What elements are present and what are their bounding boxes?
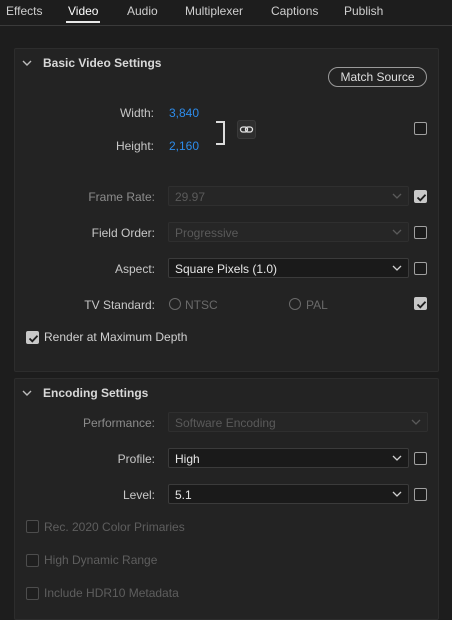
level-checkbox[interactable]	[414, 488, 427, 501]
match-source-button[interactable]: Match Source	[328, 67, 427, 87]
height-value[interactable]: 2,160	[169, 139, 199, 153]
section-title: Encoding Settings	[43, 386, 149, 400]
ntsc-label: NTSC	[185, 298, 218, 312]
performance-select[interactable]: Software Encoding	[168, 412, 428, 432]
hdr10-label[interactable]: Include HDR10 Metadata	[44, 586, 179, 600]
width-label: Width:	[119, 106, 154, 120]
level-value: 5.1	[175, 488, 192, 502]
tab-audio[interactable]: Audio	[127, 4, 158, 18]
check-icon	[28, 335, 39, 343]
dimension-link-bracket	[216, 121, 225, 145]
chevron-down-icon[interactable]	[21, 57, 33, 69]
frame-rate-checkbox[interactable]	[414, 190, 427, 203]
hdr10-checkbox[interactable]	[26, 587, 39, 600]
level-label: Level:	[122, 488, 155, 502]
chevron-down-icon[interactable]	[21, 387, 33, 399]
frame-rate-label: Frame Rate:	[88, 190, 155, 204]
link-icon	[239, 126, 254, 133]
profile-value: High	[175, 452, 200, 466]
profile-label: Profile:	[117, 452, 155, 466]
aspect-select[interactable]: Square Pixels (1.0)	[168, 258, 409, 278]
width-value[interactable]: 3,840	[169, 106, 199, 120]
frame-rate-select[interactable]: 29.97	[168, 186, 409, 206]
height-label: Height:	[115, 139, 154, 153]
active-tab-indicator	[66, 21, 100, 23]
hdr-label[interactable]: High Dynamic Range	[44, 553, 157, 567]
check-icon	[416, 301, 427, 309]
performance-label: Performance:	[82, 416, 155, 430]
tab-publish[interactable]: Publish	[344, 4, 383, 18]
render-max-depth-checkbox[interactable]	[26, 331, 39, 344]
aspect-checkbox[interactable]	[414, 262, 427, 275]
tab-captions[interactable]: Captions	[271, 4, 318, 18]
chevron-down-icon	[392, 229, 402, 235]
tab-bar: Effects Video Audio Multiplexer Captions…	[0, 0, 452, 26]
level-select[interactable]: 5.1	[168, 484, 409, 504]
constrain-proportions-button[interactable]	[237, 120, 256, 139]
tab-effects[interactable]: Effects	[6, 4, 42, 18]
tv-standard-label: TV Standard:	[84, 298, 155, 312]
aspect-value: Square Pixels (1.0)	[175, 262, 278, 276]
performance-value: Software Encoding	[175, 416, 276, 430]
ntsc-radio[interactable]	[169, 298, 181, 310]
field-order-select[interactable]: Progressive	[168, 222, 409, 242]
field-order-value: Progressive	[175, 226, 239, 240]
pal-label: PAL	[306, 298, 328, 312]
render-max-depth-label[interactable]: Render at Maximum Depth	[44, 330, 187, 344]
check-icon	[416, 194, 427, 202]
tv-standard-checkbox[interactable]	[414, 297, 427, 310]
hdr-checkbox[interactable]	[26, 554, 39, 567]
rec2020-label[interactable]: Rec. 2020 Color Primaries	[44, 520, 185, 534]
section-title: Basic Video Settings	[43, 56, 162, 70]
field-order-label: Field Order:	[91, 226, 155, 240]
basic-video-settings-header[interactable]: Basic Video Settings	[21, 55, 161, 71]
profile-select[interactable]: High	[168, 448, 409, 468]
chevron-down-icon	[392, 455, 402, 461]
encoding-settings-header[interactable]: Encoding Settings	[21, 385, 148, 401]
tab-multiplexer[interactable]: Multiplexer	[185, 4, 243, 18]
aspect-label: Aspect:	[114, 262, 155, 276]
tab-video[interactable]: Video	[68, 4, 98, 18]
profile-checkbox[interactable]	[414, 452, 427, 465]
chevron-down-icon	[392, 491, 402, 497]
chevron-down-icon	[392, 265, 402, 271]
pal-radio[interactable]	[289, 298, 301, 310]
chevron-down-icon	[411, 419, 421, 425]
rec2020-checkbox[interactable]	[26, 520, 39, 533]
basic-video-settings-panel: Basic Video Settings	[14, 48, 439, 372]
chevron-down-icon	[392, 193, 402, 199]
dimensions-checkbox[interactable]	[414, 122, 427, 135]
frame-rate-value: 29.97	[175, 190, 206, 204]
field-order-checkbox[interactable]	[414, 226, 427, 239]
